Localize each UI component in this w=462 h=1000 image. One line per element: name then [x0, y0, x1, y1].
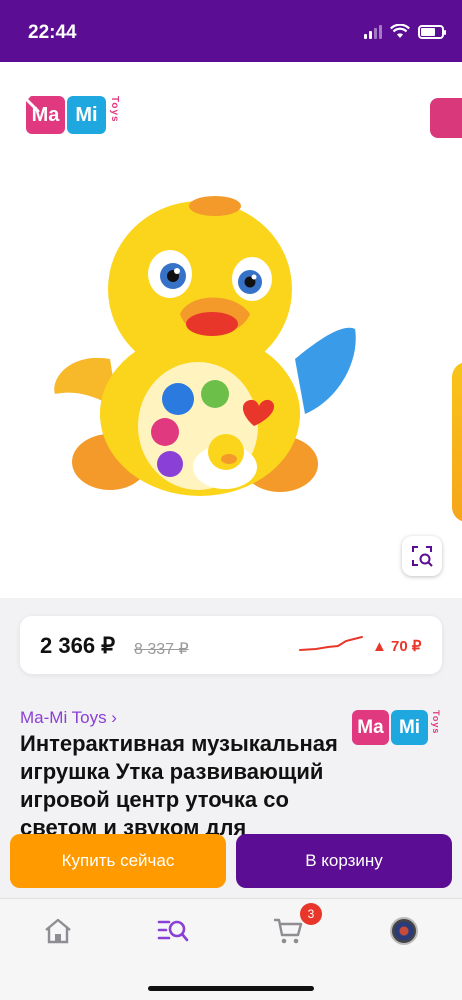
- brand-logo-large-toys: Toys: [431, 710, 441, 735]
- next-image-peek: [430, 98, 462, 138]
- visual-search-button[interactable]: [402, 536, 442, 576]
- cart-count-badge: 3: [300, 903, 322, 925]
- buy-now-button[interactable]: Купить сейчас: [10, 834, 226, 888]
- brand-logo-mi: Mi: [67, 96, 106, 134]
- old-price: 8 337 ₽: [134, 641, 189, 658]
- brand-link[interactable]: Ma-Mi Toys ›: [20, 708, 117, 728]
- tab-bar: 3: [0, 898, 462, 1000]
- wifi-icon: [390, 24, 410, 38]
- next-image-peek-toy: [452, 362, 462, 522]
- signal-icon: [364, 24, 382, 39]
- heart-icon[interactable]: [354, 84, 384, 114]
- tab-profile[interactable]: [384, 913, 424, 949]
- tab-catalog[interactable]: [153, 913, 193, 949]
- status-bar: 22:44: [0, 0, 462, 62]
- status-icons: [364, 24, 446, 39]
- catalog-search-icon: [157, 920, 189, 942]
- product-gallery[interactable]: Ma Mi Toys: [0, 62, 462, 598]
- brand-logo-toys: Toys: [109, 96, 120, 123]
- back-icon[interactable]: [20, 84, 44, 114]
- add-to-cart-button[interactable]: В корзину: [236, 834, 452, 888]
- brand-logo-large[interactable]: Ma Mi Toys: [352, 710, 441, 745]
- home-icon: [45, 918, 71, 944]
- brand-logo-large-ma: Ma: [352, 710, 389, 745]
- battery-icon: [418, 24, 446, 39]
- brand-logo-large-mi: Mi: [391, 710, 428, 745]
- product-image: [54, 196, 356, 496]
- price-change: ▲ 70 ₽: [372, 638, 422, 655]
- status-time: 22:44: [28, 22, 77, 43]
- current-price: 2 366 ₽: [40, 633, 116, 658]
- home-indicator: [148, 986, 314, 991]
- tab-home[interactable]: [38, 913, 78, 949]
- visual-search-icon: [412, 546, 433, 567]
- profile-avatar: [390, 917, 418, 945]
- screen: 22:44 Ma Mi Toys 2 366 ₽ 8 337 ₽ ▲ 70 ₽ …: [0, 0, 462, 1000]
- price-card[interactable]: 2 366 ₽ 8 337 ₽ ▲ 70 ₽: [20, 616, 442, 674]
- cart-icon: [274, 918, 303, 944]
- price-trend-sparkline: [299, 636, 363, 651]
